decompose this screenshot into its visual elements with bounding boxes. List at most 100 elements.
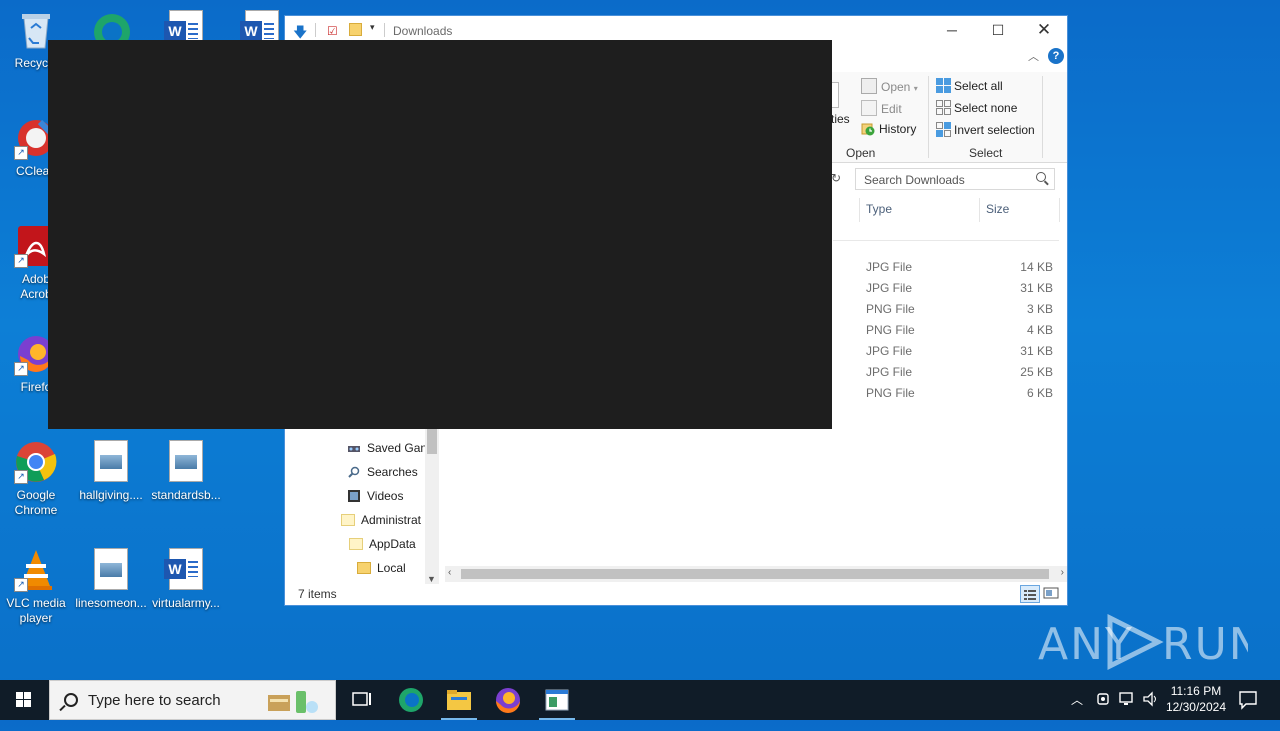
search-input[interactable]: Search Downloads: [864, 173, 965, 187]
open-button[interactable]: Open ▾: [861, 78, 918, 94]
select-none-icon: [936, 100, 951, 115]
file-row[interactable]: PNG File 6 KB: [865, 382, 1055, 403]
shortcut-arrow-icon: ↗: [14, 470, 28, 484]
desktop-icon-image-file[interactable]: linesomeon...: [75, 548, 147, 611]
taskbar-edge[interactable]: [387, 684, 435, 716]
file-row[interactable]: PNG File 3 KB: [865, 298, 1055, 319]
group-label-select: Select: [969, 146, 1003, 160]
word-document-icon: W: [164, 548, 208, 592]
notifications-button[interactable]: [1238, 690, 1258, 730]
word-document-icon[interactable]: W: [164, 10, 206, 42]
column-separator[interactable]: [1059, 198, 1060, 222]
application-window-icon: [545, 689, 569, 711]
column-separator[interactable]: [859, 198, 860, 222]
word-document-icon[interactable]: W: [240, 10, 282, 42]
anyrun-watermark: ANY RUN: [1038, 612, 1262, 672]
file-explorer-icon: [447, 690, 471, 710]
taskbar-firefox[interactable]: [484, 684, 532, 716]
column-header-type[interactable]: Type: [866, 202, 892, 216]
file-row[interactable]: JPG File 14 KB: [865, 256, 1055, 277]
nav-item-administrator[interactable]: Administrat: [341, 513, 421, 527]
clock-date: 12/30/2024: [1165, 700, 1226, 714]
column-separator[interactable]: [979, 198, 980, 222]
horizontal-scrollbar[interactable]: ‹ ›: [445, 566, 1067, 582]
details-view-icon: [1024, 590, 1036, 600]
help-icon[interactable]: ?: [1048, 48, 1064, 64]
edge-icon: [399, 688, 423, 712]
minimize-button[interactable]: ─: [929, 16, 975, 44]
notification-icon: [1239, 691, 1257, 710]
show-hidden-icons-button[interactable]: ︿: [1071, 691, 1083, 731]
divider: [315, 23, 316, 37]
file-row[interactable]: PNG File 4 KB: [865, 319, 1055, 340]
redacted-region: [48, 40, 832, 429]
item-count: 7 items: [298, 587, 337, 601]
desktop-icon-label: Google Chrome: [14, 488, 58, 517]
column-header-size[interactable]: Size: [986, 202, 1009, 216]
nav-item-appdata[interactable]: AppData: [349, 537, 416, 551]
search-icon: [347, 466, 361, 478]
nav-item-local[interactable]: Local: [357, 561, 406, 575]
invert-selection-button[interactable]: Invert selection: [936, 122, 1035, 137]
nav-item-videos[interactable]: Videos: [347, 489, 403, 503]
scroll-right-icon[interactable]: ›: [1061, 567, 1064, 578]
start-button[interactable]: [0, 680, 48, 720]
nav-item-saved-games[interactable]: Saved Gan: [347, 441, 427, 455]
meet-now-icon[interactable]: [1096, 690, 1112, 730]
watermark-text-right: RUN: [1162, 619, 1248, 670]
desktop-icon-chrome[interactable]: ↗ Google Chrome: [0, 440, 72, 518]
scrollbar-thumb[interactable]: [427, 428, 437, 454]
properties-quick-access-icon[interactable]: ☑: [327, 24, 338, 38]
select-all-button[interactable]: Select all: [936, 78, 1003, 93]
vlc-icon: ↗: [14, 548, 58, 592]
desktop-icon-vlc[interactable]: ↗ VLC media player: [0, 548, 72, 626]
taskbar-app[interactable]: [533, 684, 581, 720]
task-view-button[interactable]: [338, 684, 386, 716]
volume-icon[interactable]: [1142, 690, 1160, 730]
desktop-icon-word-doc[interactable]: W virtualarmy...: [150, 548, 222, 611]
group-separator: [928, 76, 929, 158]
desktop-icon-image-file[interactable]: hallgiving....: [75, 440, 147, 503]
search-icon: [1036, 172, 1046, 182]
collapse-ribbon-icon[interactable]: ︿: [1028, 48, 1039, 64]
edit-icon: [861, 100, 877, 116]
search-icon: [64, 693, 78, 707]
network-icon[interactable]: [1118, 690, 1136, 730]
desktop-icon-label: linesomeon...: [75, 596, 147, 610]
taskbar-file-explorer[interactable]: [435, 684, 483, 720]
window-title: Downloads: [393, 24, 453, 38]
system-clock[interactable]: 11:16 PM 12/30/2024: [1166, 683, 1226, 715]
task-view-icon: [352, 692, 371, 706]
file-row[interactable]: JPG File 31 KB: [865, 340, 1055, 361]
search-box[interactable]: Search Downloads: [855, 168, 1055, 190]
customize-quick-access-icon[interactable]: ▾: [370, 22, 375, 33]
chrome-icon: ↗: [14, 440, 58, 484]
new-folder-quick-access-icon[interactable]: [349, 23, 362, 39]
large-icons-view-button[interactable]: [1042, 585, 1062, 603]
image-file-icon: [164, 440, 208, 484]
select-none-button[interactable]: Select none: [936, 100, 1017, 115]
scroll-left-icon[interactable]: ‹: [448, 567, 451, 578]
maximize-button[interactable]: ☐: [975, 16, 1021, 44]
edit-button[interactable]: Edit: [861, 100, 902, 116]
shortcut-arrow-icon: ↗: [14, 578, 28, 592]
taskbar-search-box[interactable]: Type here to search: [49, 680, 336, 720]
taskbar-search-input[interactable]: Type here to search: [88, 692, 221, 709]
dropdown-arrow-icon: ▾: [913, 84, 918, 93]
divider: [384, 23, 385, 37]
nav-item-searches[interactable]: Searches: [347, 465, 418, 479]
large-icons-view-icon: [1043, 587, 1059, 599]
details-view-button[interactable]: [1020, 585, 1040, 603]
refresh-icon[interactable]: ↻: [831, 171, 841, 185]
history-button[interactable]: History: [861, 122, 916, 136]
saved-games-icon: [347, 442, 361, 454]
windows-logo-icon: [16, 692, 31, 707]
firefox-icon: [496, 688, 520, 713]
scrollbar-thumb[interactable]: [461, 569, 1049, 579]
nav-pane-scrollbar[interactable]: ▼: [425, 428, 439, 584]
close-button[interactable]: ✕: [1021, 16, 1067, 44]
desktop-icon-label: standardsb...: [151, 488, 221, 502]
file-row[interactable]: JPG File 31 KB: [865, 277, 1055, 298]
file-row[interactable]: JPG File 25 KB: [865, 361, 1055, 382]
desktop-icon-image-file[interactable]: standardsb...: [150, 440, 222, 503]
